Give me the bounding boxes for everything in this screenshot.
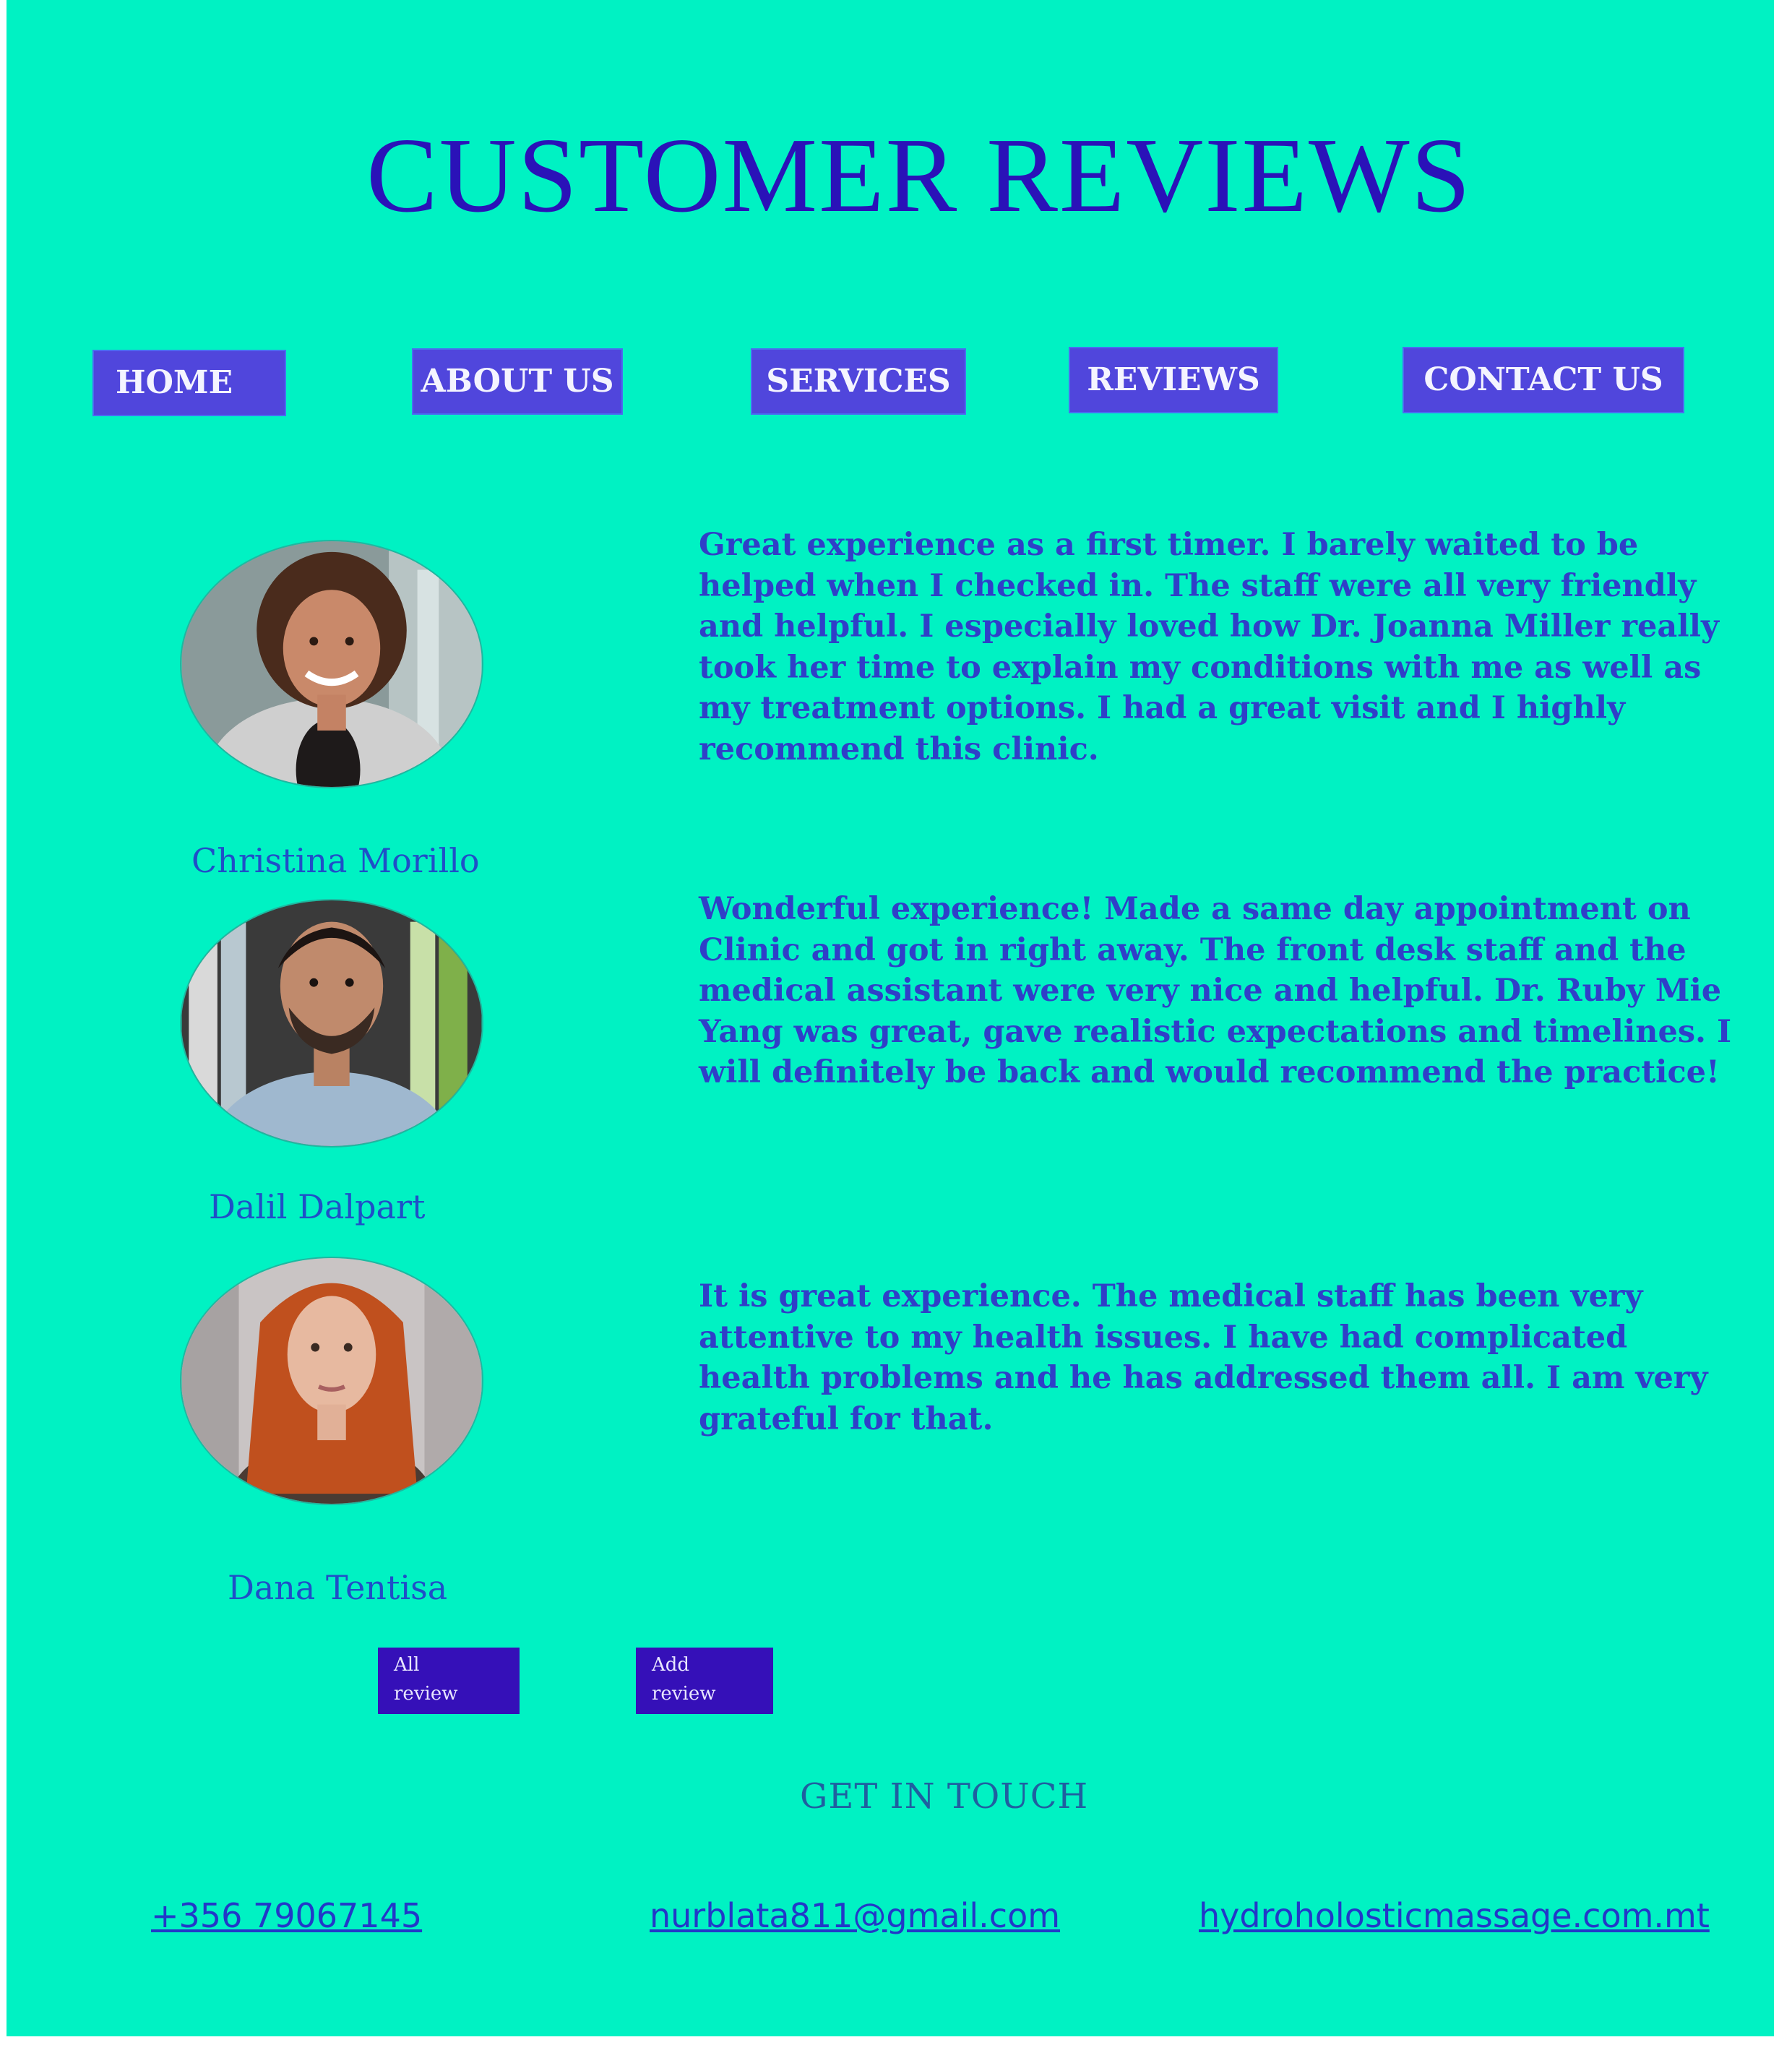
review-text: Wonderful experience! Made a same day ap… [699,891,1732,1090]
add-review-label-line1: Add [652,1654,690,1676]
avatar [180,1257,483,1505]
website-link[interactable]: hydroholosticmassage.com.mt [1199,1896,1710,1935]
review-text: It is great experience. The medical staf… [699,1278,1708,1437]
reviewer-name: Dana Tentisa [228,1568,448,1607]
reviewer-name: Christina Morillo [191,841,480,880]
page-title: CUSTOMER REVIEWS [366,116,1472,235]
email-link[interactable]: nurblata811@gmail.com [650,1896,1060,1935]
review-text: Great experience as a first timer. I bar… [699,527,1719,767]
page-background: CUSTOMER REVIEWS HOME ABOUT US SERVICES … [7,0,1774,2036]
nav-contact-us-button[interactable]: CONTACT US [1403,347,1684,413]
all-review-label-line1: All [394,1654,420,1676]
woman-red-hair-photo-icon [181,1258,482,1504]
get-in-touch-heading: GET IN TOUCH [800,1776,1089,1817]
avatar [180,540,483,788]
nav-home-button[interactable]: HOME [92,350,286,416]
man-beard-photo-icon [181,900,482,1146]
add-review-label-line2: review [652,1683,716,1705]
phone-link[interactable]: +356 79067145 [151,1896,422,1935]
nav-about-us-button[interactable]: ABOUT US [412,348,623,415]
woman-curly-hair-photo-icon [181,541,482,787]
reviewer-name: Dalil Dalpart [209,1187,426,1226]
add-review-button[interactable]: Add review [636,1648,773,1714]
nav-services-button[interactable]: SERVICES [751,348,966,415]
avatar [180,899,483,1148]
all-review-button[interactable]: All review [378,1648,520,1714]
nav-reviews-button[interactable]: REVIEWS [1069,347,1278,413]
all-review-label-line2: review [394,1683,458,1705]
